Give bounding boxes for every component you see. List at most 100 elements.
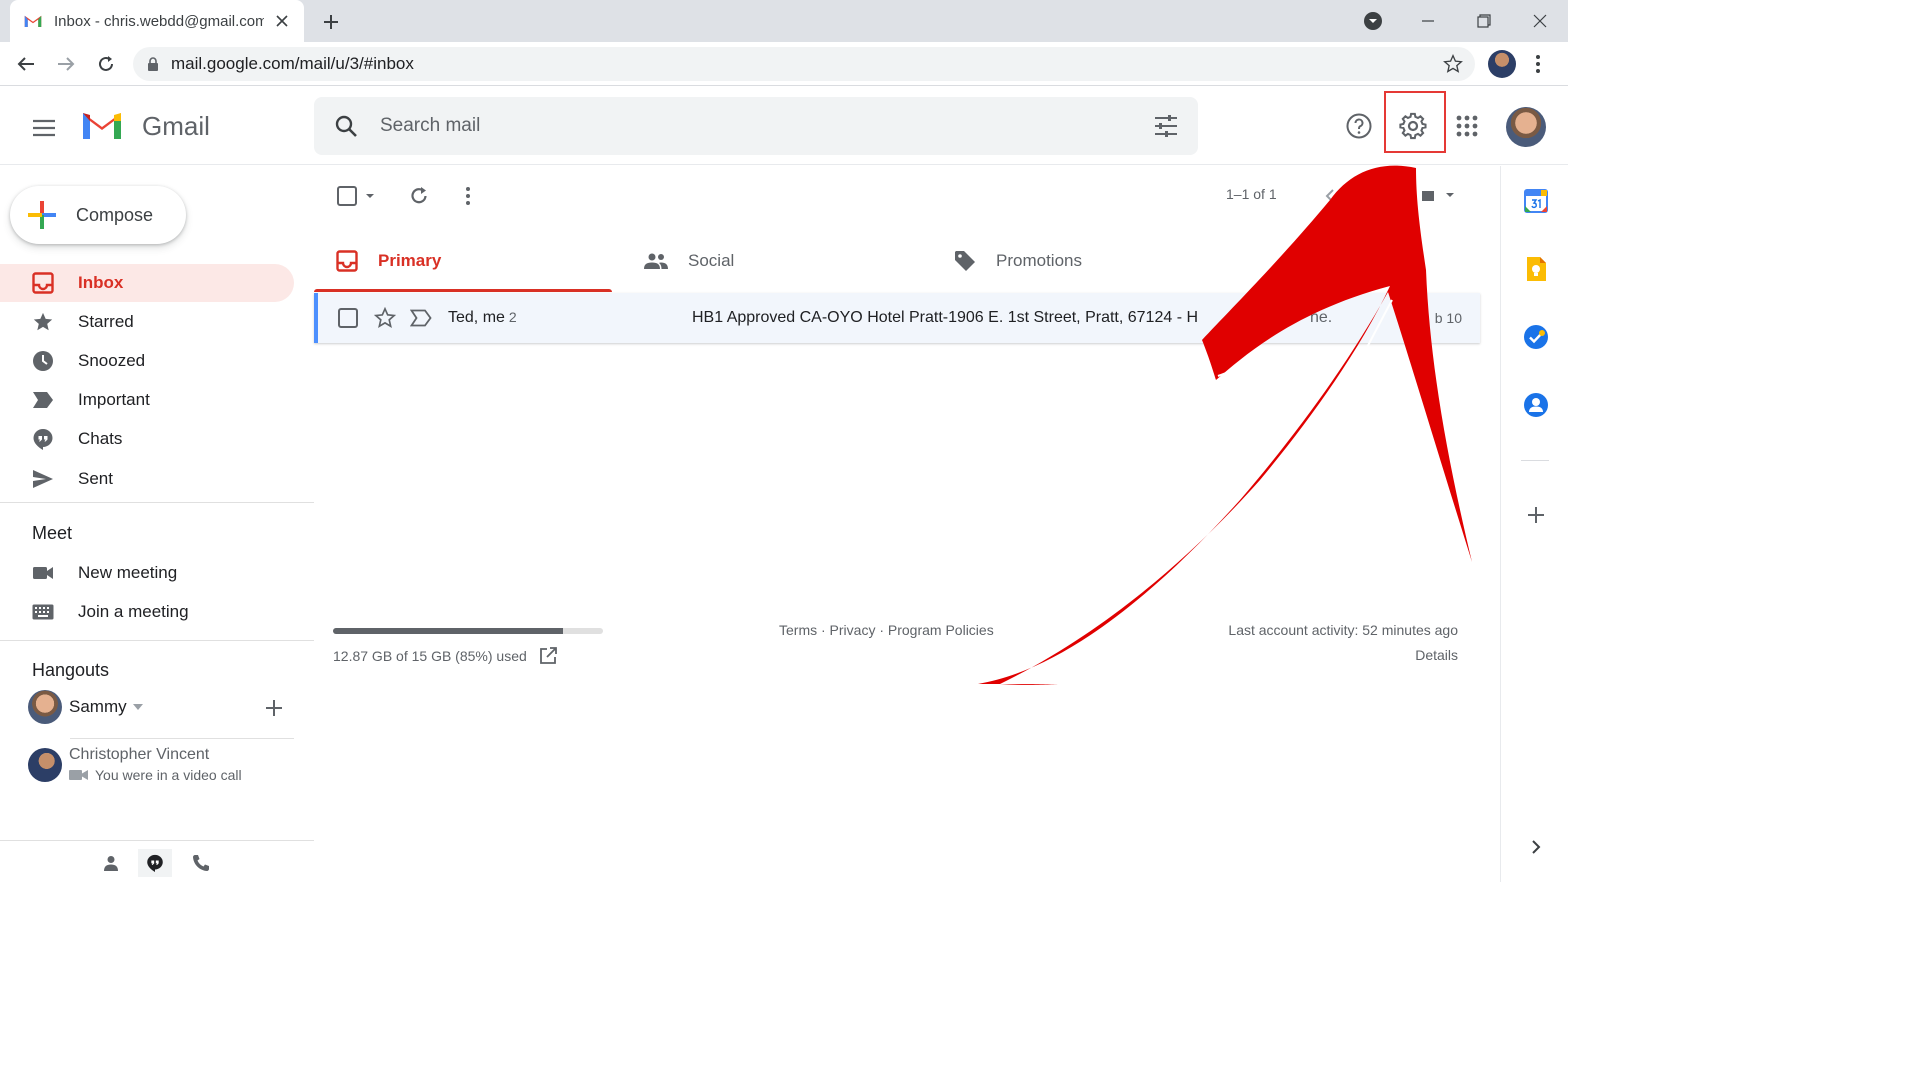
- hangouts-bottom-bar: [0, 840, 314, 882]
- video-icon: [32, 565, 54, 581]
- calendar-icon[interactable]: [1521, 186, 1551, 216]
- meet-section-title: Meet: [32, 523, 73, 543]
- sidebar-item-important[interactable]: Important: [0, 381, 294, 419]
- sidebar-item-chats[interactable]: Chats: [0, 420, 294, 458]
- sidebar-item-label: New meeting: [78, 563, 178, 582]
- compose-plus-icon: [26, 199, 58, 231]
- tab-social[interactable]: Social: [622, 230, 920, 292]
- storage-progress-fill: [333, 628, 563, 634]
- address-bar[interactable]: mail.google.com/mail/u/3/#inbox: [133, 47, 1475, 81]
- hangouts-divider: [70, 738, 294, 739]
- forward-icon[interactable]: [52, 50, 80, 78]
- person-icon[interactable]: [94, 849, 128, 877]
- sidebar-item-join-meeting[interactable]: Join a meeting: [0, 593, 294, 631]
- sidebar-item-label: Sent: [78, 469, 113, 488]
- clock-icon: [32, 350, 54, 372]
- search-options-icon[interactable]: [1154, 115, 1178, 137]
- more-options-icon[interactable]: [458, 180, 478, 212]
- storage-progress-bar: [333, 628, 603, 634]
- sidebar-item-label: Join a meeting: [78, 602, 189, 621]
- gmail-favicon-icon: [24, 14, 42, 28]
- important-outline-icon[interactable]: [410, 309, 432, 327]
- tasks-icon[interactable]: [1521, 322, 1551, 352]
- contact-status: You were in a video call: [95, 767, 242, 783]
- main-menu-icon[interactable]: [28, 112, 60, 144]
- contact-name: Christopher Vincent: [69, 746, 210, 763]
- sidebar-item-snoozed[interactable]: Snoozed: [0, 342, 294, 380]
- new-tab-button[interactable]: [318, 9, 344, 35]
- sidebar-item-label: Starred: [78, 312, 134, 331]
- tab-label: Promotions: [996, 251, 1082, 270]
- sidebar-item-sent[interactable]: Sent: [0, 460, 294, 498]
- restore-icon[interactable]: [1469, 6, 1499, 36]
- browser-tab[interactable]: Inbox - chris.webdd@gmail.com: [10, 0, 304, 42]
- chevron-right-icon[interactable]: [1521, 832, 1551, 862]
- close-window-icon[interactable]: [1525, 6, 1555, 36]
- hangouts-chat-icon[interactable]: [138, 849, 172, 877]
- get-addons-icon[interactable]: [1521, 500, 1551, 530]
- close-tab-icon[interactable]: [272, 11, 292, 31]
- browser-menu-icon[interactable]: [1530, 52, 1546, 76]
- star-outline-icon[interactable]: [374, 307, 396, 329]
- select-all-checkbox[interactable]: [334, 180, 378, 212]
- help-icon[interactable]: [1340, 107, 1378, 145]
- hangouts-user-name: Sammy: [69, 697, 127, 716]
- important-icon: [32, 391, 54, 409]
- gmail-logo-text: Gmail: [142, 110, 210, 141]
- reload-icon[interactable]: [92, 50, 120, 78]
- phone-icon[interactable]: [184, 849, 218, 877]
- back-icon[interactable]: [12, 50, 40, 78]
- chat-icon: [32, 428, 54, 450]
- search-icon[interactable]: [334, 114, 358, 138]
- gmail-logo[interactable]: Gmail: [80, 109, 210, 143]
- contact-avatar: [28, 747, 62, 782]
- tab-promotions[interactable]: Promotions: [932, 230, 1230, 292]
- open-external-icon[interactable]: [539, 647, 557, 665]
- previous-page-icon[interactable]: [1318, 180, 1342, 212]
- input-tools-icon[interactable]: [1418, 180, 1458, 212]
- row-checkbox[interactable]: [338, 308, 358, 328]
- people-icon: [644, 253, 668, 269]
- tab-primary[interactable]: Primary: [314, 230, 612, 292]
- keep-icon[interactable]: [1521, 254, 1551, 284]
- details-link[interactable]: Details: [1415, 647, 1458, 663]
- chevron-down-icon[interactable]: [132, 704, 143, 710]
- compose-label: Compose: [76, 204, 154, 225]
- mail-thread-count: 2: [508, 309, 517, 325]
- refresh-icon[interactable]: [404, 180, 434, 212]
- star-icon: [32, 311, 54, 333]
- inbox-icon: [32, 272, 54, 294]
- mail-subject: HB1 Approved CA-OYO Hotel Pratt-1906 E. …: [692, 309, 1199, 326]
- sidebar-item-new-meeting[interactable]: New meeting: [0, 554, 294, 592]
- sidebar-item-starred[interactable]: Starred: [0, 303, 294, 341]
- send-icon: [32, 469, 54, 489]
- browser-toolbar: mail.google.com/mail/u/3/#inbox: [0, 42, 1568, 86]
- hangouts-section-title: Hangouts: [32, 660, 110, 680]
- hangouts-contact[interactable]: Christopher Vincent You were in a video …: [28, 746, 242, 783]
- tag-icon: [954, 250, 976, 272]
- add-contact-icon[interactable]: [265, 699, 283, 717]
- browser-profile-avatar[interactable]: [1488, 50, 1516, 78]
- hangouts-user[interactable]: Sammy: [28, 690, 288, 724]
- tab-label: Primary: [378, 251, 442, 270]
- google-apps-icon[interactable]: [1448, 107, 1486, 145]
- browser-tab-bar: Inbox - chris.webdd@gmail.com: [0, 0, 1568, 42]
- sidebar-item-inbox[interactable]: Inbox: [0, 264, 294, 302]
- search-input[interactable]: [378, 114, 1154, 138]
- bookmark-star-icon[interactable]: [1443, 54, 1463, 74]
- tab-search-icon[interactable]: [1358, 6, 1388, 36]
- sidebar-divider: [0, 640, 314, 641]
- account-avatar[interactable]: [1506, 107, 1546, 147]
- minimize-icon[interactable]: [1413, 6, 1443, 36]
- lock-icon: [147, 57, 159, 71]
- sidebar-item-label: Snoozed: [78, 351, 146, 370]
- footer-links[interactable]: Terms · Privacy · Program Policies: [779, 622, 994, 638]
- gmail-logo-icon: [80, 109, 124, 143]
- compose-button[interactable]: Compose: [10, 186, 186, 244]
- search-bar[interactable]: [314, 97, 1198, 155]
- table-row[interactable]: Ted, me 2 HB1 Approved CA-OYO Hotel Pratt…: [314, 293, 1480, 343]
- contacts-icon[interactable]: [1521, 390, 1551, 420]
- mail-sender: Ted, me 2: [448, 309, 517, 327]
- pagination-text: 1–1 of 1: [1226, 186, 1277, 202]
- sidebar-divider: [0, 502, 314, 503]
